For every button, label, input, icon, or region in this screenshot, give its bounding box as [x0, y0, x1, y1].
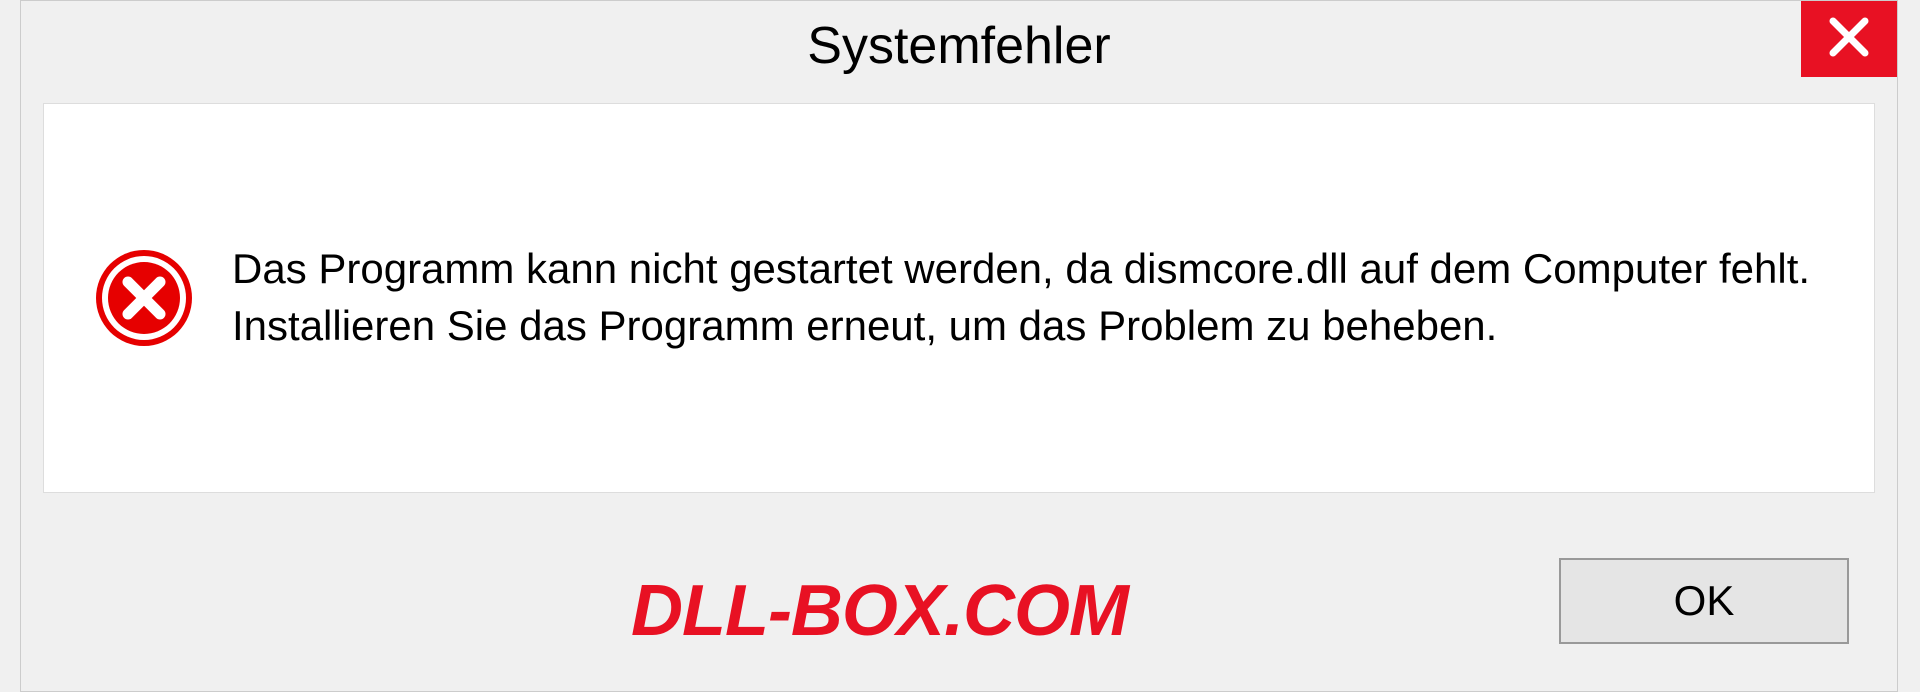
- error-dialog: Systemfehler Das Programm kann nicht ges…: [20, 0, 1898, 692]
- titlebar: Systemfehler: [21, 1, 1897, 91]
- ok-button[interactable]: OK: [1559, 558, 1849, 644]
- close-icon: [1827, 15, 1871, 64]
- ok-button-label: OK: [1674, 577, 1735, 625]
- message-panel: Das Programm kann nicht gestartet werden…: [43, 103, 1875, 493]
- watermark-text: DLL-BOX.COM: [631, 570, 1128, 652]
- error-message: Das Programm kann nicht gestartet werden…: [232, 241, 1824, 354]
- error-icon: [94, 248, 194, 348]
- close-button[interactable]: [1801, 1, 1897, 77]
- dialog-title: Systemfehler: [807, 16, 1110, 76]
- dialog-footer: DLL-BOX.COM OK: [21, 531, 1897, 691]
